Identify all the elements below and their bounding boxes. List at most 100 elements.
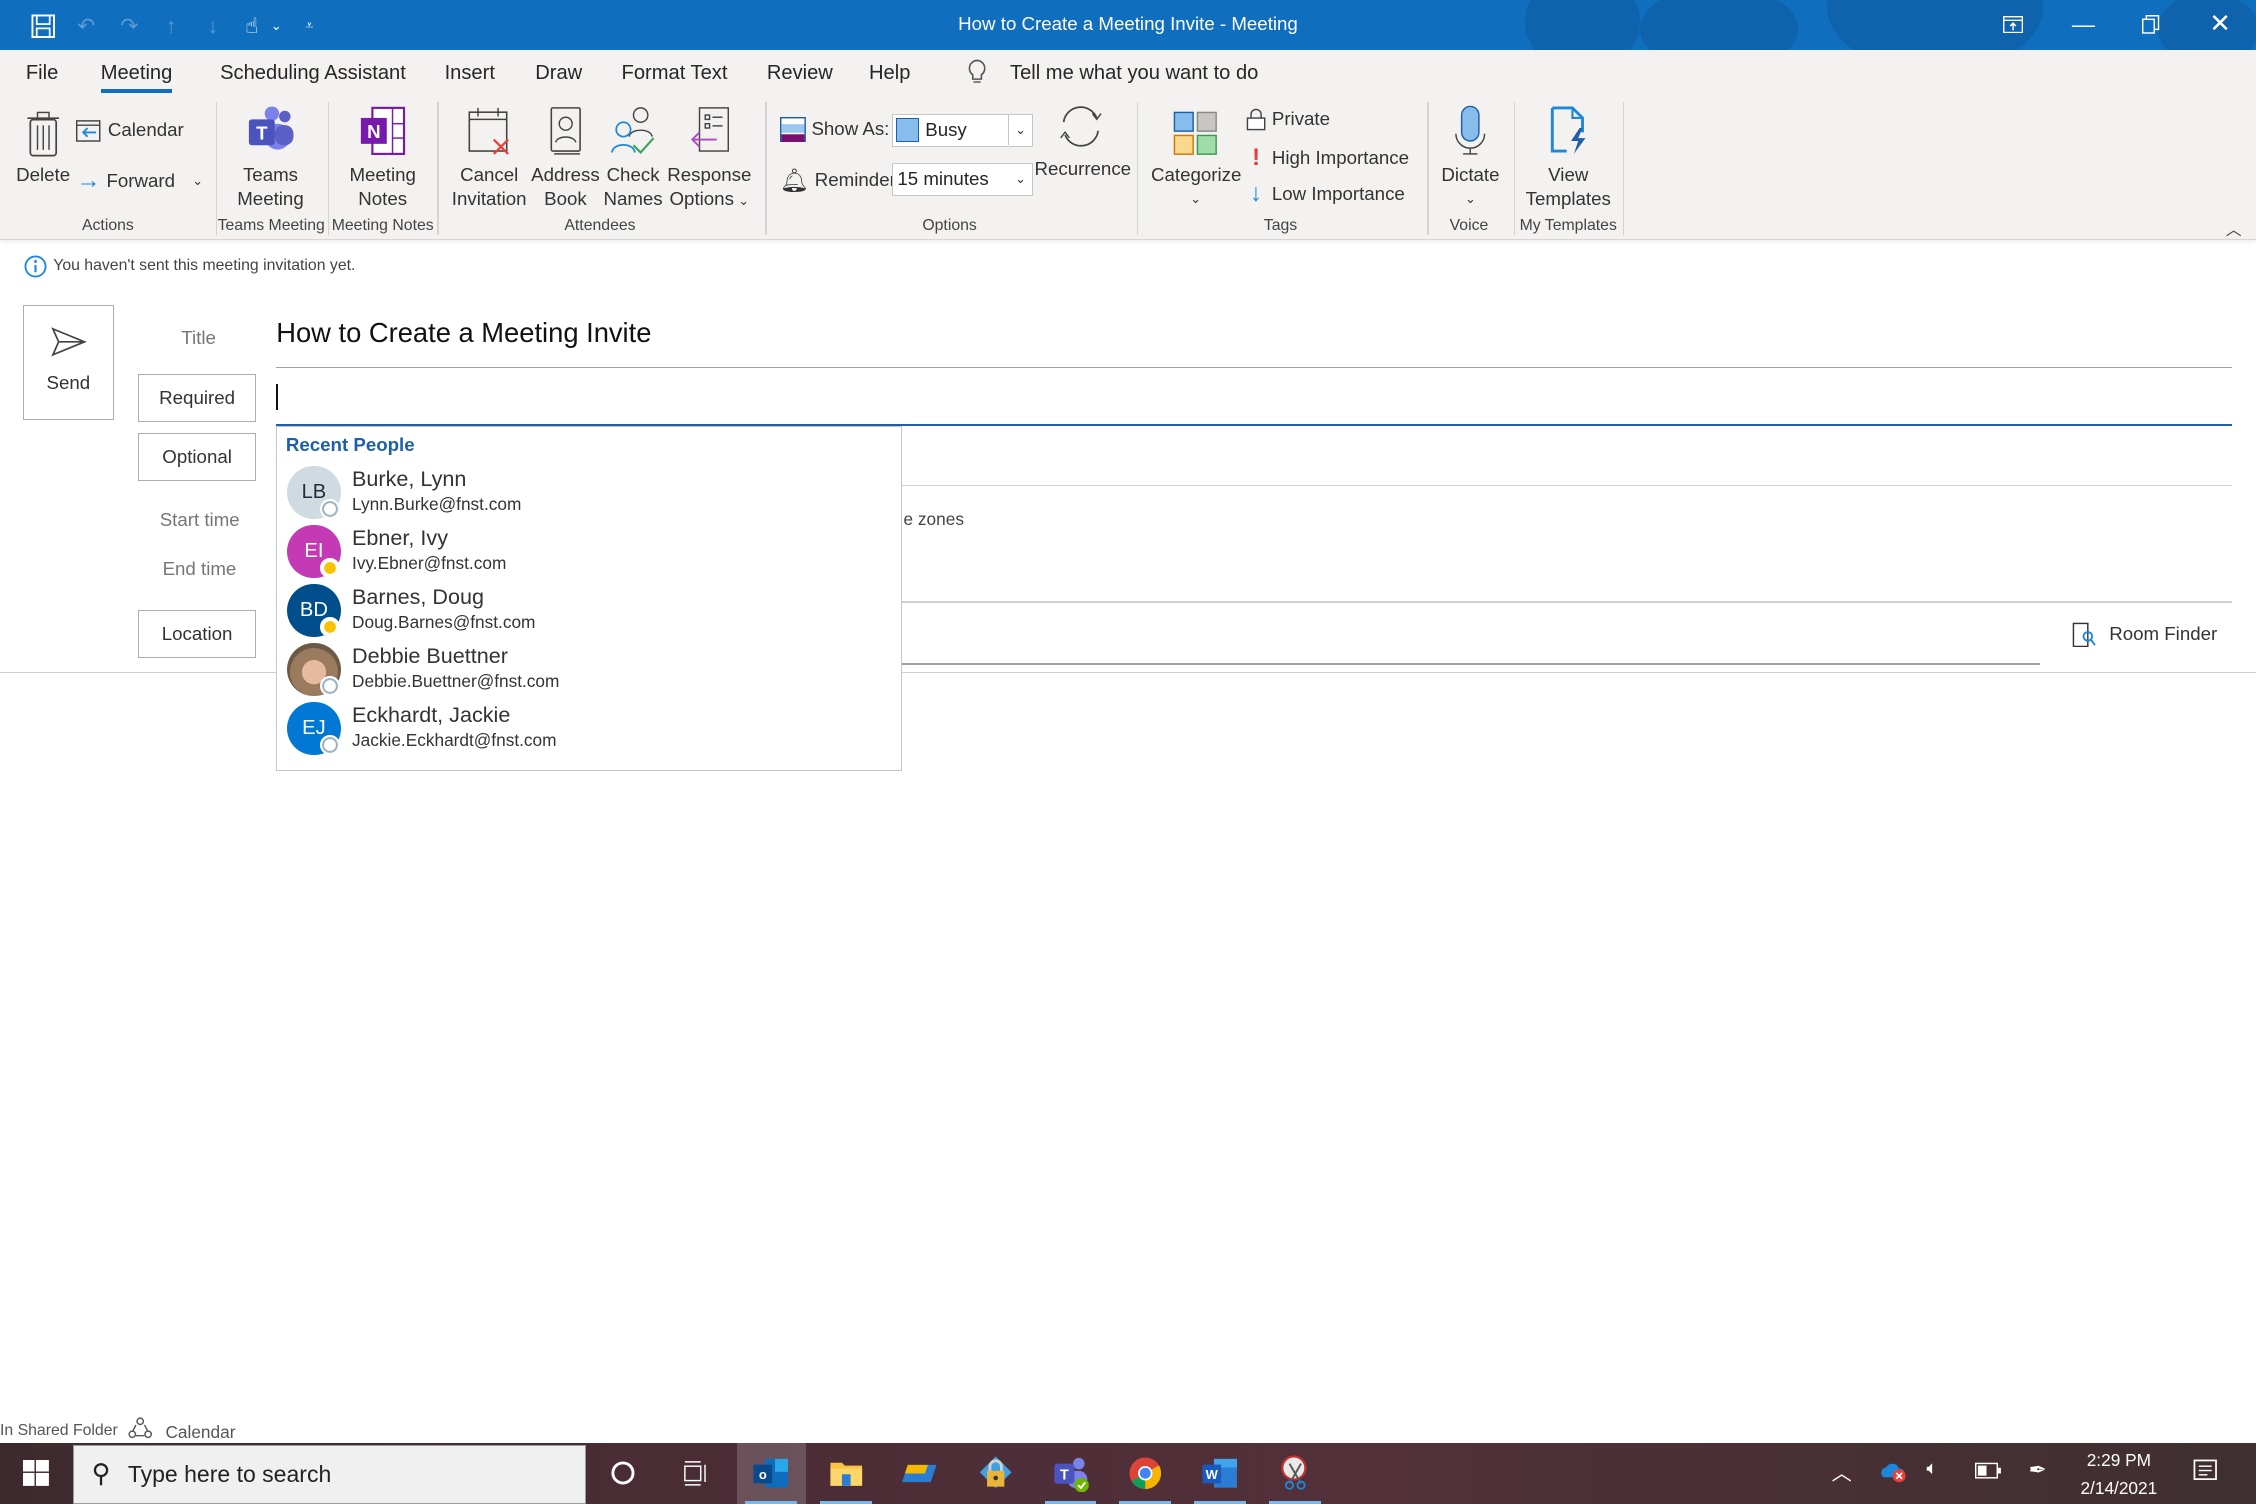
location-button[interactable]: Location: [138, 610, 257, 658]
recent-person-item[interactable]: LB Burke, Lynn Lynn.Burke@fnst.com: [286, 464, 890, 523]
low-importance-button[interactable]: ↓ Low Importance: [1246, 180, 1405, 208]
tab-draw[interactable]: Draw: [535, 62, 582, 85]
forward-dropdown-icon[interactable]: ⌄: [192, 173, 203, 189]
tab-format-text[interactable]: Format Text: [622, 62, 728, 85]
show-hidden-icons[interactable]: ︿: [1832, 1457, 1852, 1486]
word-icon[interactable]: W: [1186, 1443, 1255, 1504]
private-button[interactable]: Private: [1246, 108, 1330, 131]
windows-taskbar: ⚲ Type here to search o T W ︿ 🔈︎ ✒︎ 2:29…: [0, 1443, 2256, 1504]
clock-date: 2/14/2021: [2080, 1477, 2158, 1498]
taskbar-search-box[interactable]: ⚲ Type here to search: [73, 1444, 586, 1504]
clock-time: 2:29 PM: [2086, 1450, 2151, 1471]
response-options-button[interactable]: Response Options ⌄: [666, 102, 752, 213]
file-explorer-icon[interactable]: [811, 1443, 880, 1504]
required-attendees-input[interactable]: [276, 377, 2231, 424]
presence-away-icon: [320, 557, 341, 578]
svg-text:o: o: [759, 1467, 767, 1482]
calendar-button[interactable]: Calendar: [76, 118, 184, 142]
forward-button[interactable]: → Forward ⌄: [76, 167, 203, 195]
optional-button[interactable]: Optional: [138, 433, 257, 481]
check-names-button[interactable]: Check Names: [603, 102, 663, 211]
recent-person-item[interactable]: Debbie Buettner Debbie.Buettner@fnst.com: [286, 641, 890, 700]
presence-offline-icon: [320, 734, 341, 755]
presence-away-icon: [320, 616, 341, 637]
chrome-icon[interactable]: [1111, 1443, 1180, 1504]
start-button[interactable]: [1, 1443, 70, 1503]
recent-person-item[interactable]: EI Ebner, Ivy Ivy.Ebner@fnst.com: [286, 523, 890, 582]
group-label-my-templates: My Templates: [1519, 217, 1617, 235]
dictate-label: Dictate: [1441, 163, 1500, 185]
group-separator: [1513, 102, 1516, 235]
person-email: Ivy.Ebner@fnst.com: [352, 553, 507, 574]
microphone-icon: [1436, 102, 1505, 157]
private-label: Private: [1271, 108, 1331, 130]
reminder-dropdown[interactable]: 15 minutes ⌄: [892, 162, 1034, 196]
busy-color-swatch: [895, 118, 920, 142]
teams-meeting-button[interactable]: T Teams Meeting: [230, 102, 311, 211]
show-as-label: Show As:: [779, 116, 889, 143]
recent-people-header: Recent People: [285, 434, 415, 456]
tab-help[interactable]: Help: [869, 62, 910, 85]
tell-me-search[interactable]: Tell me what you want to do: [1010, 62, 1258, 85]
yellow-app-icon[interactable]: [886, 1443, 955, 1503]
low-importance-label: Low Importance: [1271, 182, 1405, 204]
calendar-icon: [76, 120, 101, 142]
security-lock-icon[interactable]: [961, 1443, 1030, 1503]
person-name: Debbie Buettner: [352, 642, 508, 668]
volume-icon[interactable]: 🔈︎: [1927, 1457, 1938, 1479]
recurrence-button[interactable]: Recurrence: [1034, 102, 1131, 181]
title-label: Title: [181, 326, 216, 348]
person-name: Barnes, Doug: [352, 583, 484, 609]
cancel-invitation-button[interactable]: Cancel Invitation: [449, 102, 530, 211]
onedrive-error-icon[interactable]: [1879, 1460, 1908, 1488]
time-zones-link[interactable]: e zones: [904, 509, 964, 530]
recent-person-item[interactable]: BD Barnes, Doug Doug.Barnes@fnst.com: [286, 582, 890, 641]
categorize-button[interactable]: Categorize ⌄: [1151, 102, 1241, 211]
dictate-button[interactable]: Dictate ⌄: [1436, 102, 1505, 211]
collapse-ribbon-icon[interactable]: ︿: [2226, 217, 2242, 240]
group-label-tags: Tags: [1263, 217, 1298, 235]
battery-icon[interactable]: [1975, 1462, 2002, 1484]
teams-taskbar-icon[interactable]: T: [1036, 1443, 1105, 1504]
tab-review[interactable]: Review: [767, 62, 833, 85]
status-bar: In Shared Folder Calendar: [0, 1417, 2256, 1443]
address-book-button[interactable]: Address Book: [531, 102, 600, 211]
view-templates-button[interactable]: View Templates: [1522, 102, 1614, 211]
svg-text:N: N: [367, 121, 381, 142]
title-input[interactable]: How to Create a Meeting Invite: [276, 317, 651, 349]
delete-button[interactable]: Delete: [14, 102, 72, 187]
clock[interactable]: 2:29 PM 2/14/2021: [2080, 1447, 2157, 1502]
tab-insert[interactable]: Insert: [445, 62, 495, 85]
response-options-icon: [666, 102, 752, 157]
view-templates-label-2: Templates: [1525, 188, 1611, 210]
recent-person-item[interactable]: EJ Eckhardt, Jackie Jackie.Eckhardt@fnst.c…: [286, 700, 890, 759]
tab-file[interactable]: File: [26, 62, 58, 85]
send-button[interactable]: Send: [23, 305, 114, 421]
room-finder-button[interactable]: Room Finder: [2072, 622, 2217, 648]
ribbon-display-options-icon[interactable]: [1991, 9, 2034, 41]
snipping-tool-icon[interactable]: [1260, 1443, 1329, 1504]
required-button[interactable]: Required: [138, 374, 257, 422]
cortana-icon[interactable]: [588, 1443, 657, 1503]
title-bar: ↶ ↷ ↑ ↓ ☝ ⌄ ⩡ How to Create a Meeting In…: [0, 0, 2256, 72]
task-view-icon[interactable]: [660, 1443, 729, 1503]
restore-icon[interactable]: [2129, 9, 2172, 41]
reminder-label: 🔔︎ Reminder:: [780, 167, 901, 194]
chevron-down-icon[interactable]: ⌄: [1009, 164, 1032, 194]
close-icon[interactable]: ✕: [2198, 9, 2241, 41]
high-importance-button[interactable]: ! High Importance: [1246, 144, 1409, 172]
title-underline: [276, 366, 2232, 369]
outlook-taskbar-icon[interactable]: o: [736, 1443, 806, 1504]
meeting-notes-button[interactable]: N Meeting Notes: [342, 102, 423, 211]
person-name: Eckhardt, Jackie: [352, 701, 511, 727]
chevron-down-icon[interactable]: ⌄: [1008, 114, 1032, 145]
tab-meeting[interactable]: Meeting: [100, 62, 172, 94]
pen-icon[interactable]: ✒︎: [2029, 1457, 2047, 1483]
recurrence-icon: [1034, 102, 1126, 151]
show-as-dropdown[interactable]: Busy ⌄: [892, 113, 1034, 147]
delete-label: Delete: [16, 163, 71, 185]
svg-text:W: W: [1206, 1467, 1219, 1482]
tab-scheduling-assistant[interactable]: Scheduling Assistant: [220, 62, 406, 85]
minimize-icon[interactable]: —: [2062, 9, 2105, 41]
action-center-icon[interactable]: [2193, 1459, 2219, 1490]
